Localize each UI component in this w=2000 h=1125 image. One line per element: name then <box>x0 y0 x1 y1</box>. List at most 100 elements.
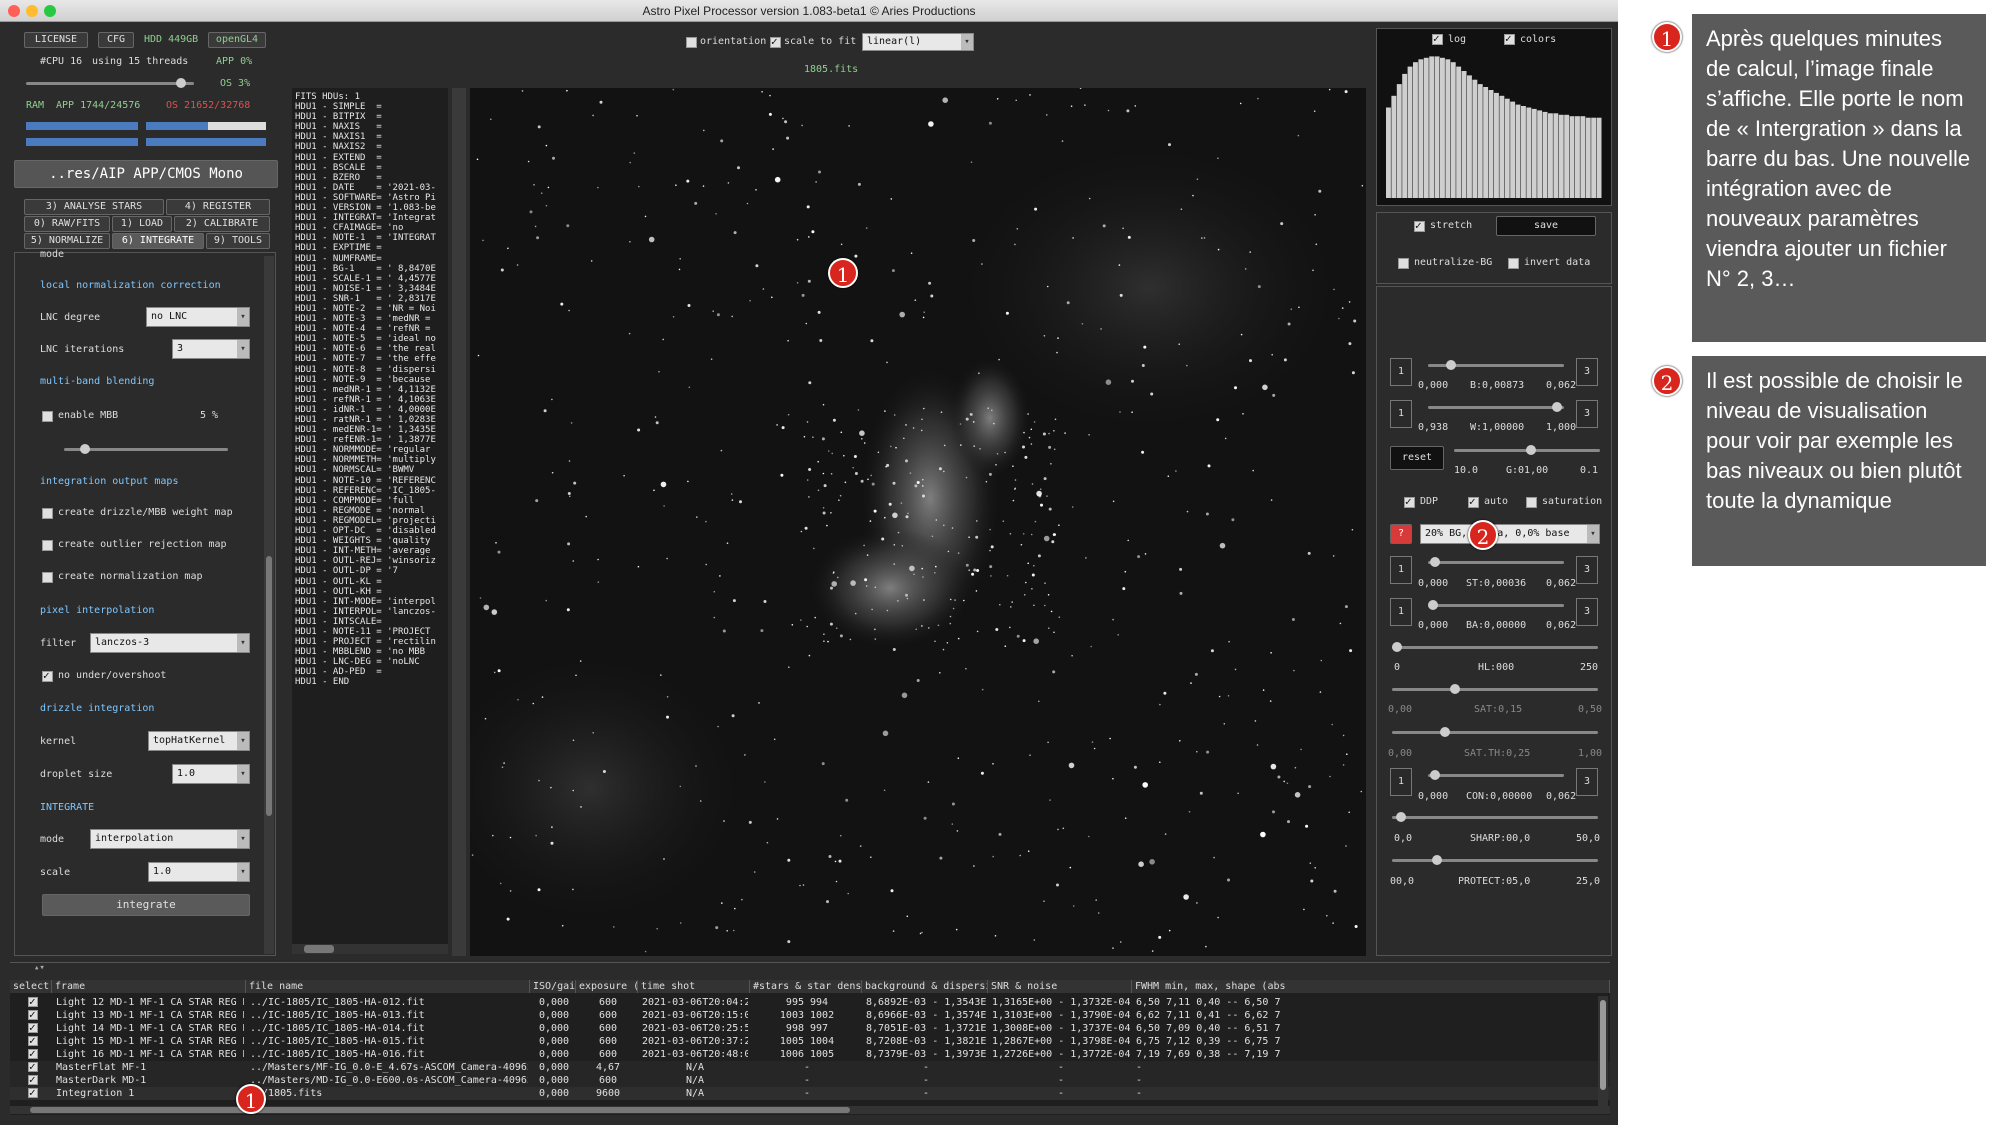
table-header-cell[interactable]: FWHM min, max, shape (abs <box>1132 980 1610 993</box>
colors-checkbox[interactable] <box>1504 32 1515 45</box>
w-increase-button[interactable]: 3 <box>1576 400 1598 428</box>
saturation-checkbox[interactable] <box>1526 497 1537 508</box>
table-vscrollbar[interactable] <box>1598 996 1608 1106</box>
ddp-checkbox[interactable] <box>1404 495 1415 508</box>
fits-header-hscrollbar[interactable] <box>292 944 448 954</box>
ba-slider[interactable] <box>1428 600 1564 610</box>
license-button[interactable]: LICENSE <box>24 32 88 48</box>
integrate-panel-scrollbar[interactable] <box>264 256 274 954</box>
ba-decrease-button[interactable]: 1 <box>1390 598 1412 626</box>
table-row[interactable]: Light 13 MD-1 MF-1 CA STAR REG NORM ../IC… <box>10 1008 1610 1022</box>
drizzle-weight-map-checkbox[interactable] <box>42 508 53 519</box>
lnc-iterations-select[interactable]: 3 <box>172 339 250 359</box>
table-header-cell[interactable]: #stars & star density <box>750 980 862 993</box>
row-select-checkbox[interactable] <box>28 1086 38 1099</box>
outlier-rejection-map-checkbox[interactable] <box>42 540 53 551</box>
kernel-select[interactable]: topHatKernel <box>148 731 250 751</box>
scale-to-fit-checkbox[interactable] <box>770 35 781 48</box>
tab-raw-fits[interactable]: 0) RAW/FITS <box>24 216 110 232</box>
mode-select[interactable]: interpolation <box>90 829 250 849</box>
tab-analyse-stars[interactable]: 3) ANALYSE STARS <box>24 199 164 215</box>
table-header-cell[interactable]: time shot <box>638 980 750 993</box>
table-row[interactable]: MasterFlat MF-1 ../Masters/MF-IG_0.0-E_4.… <box>10 1060 1610 1074</box>
thread-slider[interactable] <box>26 78 194 88</box>
sat-slider[interactable] <box>1392 684 1598 694</box>
tab-tools[interactable]: 9) TOOLS <box>206 233 270 249</box>
st-slider[interactable] <box>1428 557 1564 567</box>
tab-register[interactable]: 4) REGISTER <box>166 199 270 215</box>
lnc-degree-select[interactable]: no LNC <box>146 307 250 327</box>
table-row[interactable]: Light 16 MD-1 MF-1 CA STAR REG NORM ../IC… <box>10 1047 1610 1061</box>
st-decrease-button[interactable]: 1 <box>1390 556 1412 584</box>
scale-select[interactable]: 1.0 <box>148 862 250 882</box>
table-header-cell[interactable]: frame <box>52 980 246 993</box>
table-cell-frame: Light 15 MD-1 MF-1 CA STAR REG NORM <box>56 1036 244 1047</box>
row-select-checkbox[interactable] <box>28 1073 38 1086</box>
sharp-slider[interactable] <box>1392 812 1598 822</box>
protect-slider[interactable] <box>1392 855 1598 865</box>
splitter-handle[interactable] <box>452 88 466 956</box>
integrated-image-viewer[interactable] <box>470 88 1366 956</box>
help-button[interactable]: ? <box>1390 524 1412 544</box>
table-collapse-handle[interactable]: ▴▾ <box>10 962 1610 976</box>
close-window-icon[interactable] <box>8 5 20 17</box>
log-checkbox[interactable] <box>1432 32 1443 45</box>
con-increase-button[interactable]: 3 <box>1576 768 1598 796</box>
st-increase-button[interactable]: 3 <box>1576 556 1598 584</box>
row-select-checkbox[interactable] <box>28 1034 38 1047</box>
table-row[interactable]: Light 14 MD-1 MF-1 CA STAR REG NORM ../IC… <box>10 1021 1610 1035</box>
auto-checkbox[interactable] <box>1468 495 1479 508</box>
fits-header-line: HDU1 - REGMODEL= 'projecti <box>295 515 436 526</box>
table-row[interactable]: Light 12 MD-1 MF-1 CA STAR REG NORM ../IC… <box>10 995 1610 1009</box>
table-header-cell[interactable]: SNR & noise <box>988 980 1132 993</box>
b-decrease-button[interactable]: 1 <box>1390 358 1412 386</box>
con-slider[interactable] <box>1428 770 1564 780</box>
hl-slider[interactable] <box>1392 642 1598 652</box>
invert-data-checkbox[interactable] <box>1508 258 1519 269</box>
table-header-cell[interactable]: file name <box>246 980 530 993</box>
integrate-button[interactable]: integrate <box>42 894 250 916</box>
normalization-map-label: create normalization map <box>58 571 203 582</box>
b-slider[interactable] <box>1428 360 1564 370</box>
table-header-cell[interactable]: background & dispersion <box>862 980 988 993</box>
minimize-window-icon[interactable] <box>26 5 38 17</box>
histogram-bar <box>1521 106 1526 198</box>
tab-normalize[interactable]: 5) NORMALIZE <box>24 233 110 249</box>
con-decrease-button[interactable]: 1 <box>1390 768 1412 796</box>
stretch-checkbox[interactable] <box>1414 219 1425 232</box>
stretch-mode-select[interactable]: linear(l) <box>862 33 974 51</box>
filter-select[interactable]: lanczos-3 <box>90 633 250 653</box>
tab-load[interactable]: 1) LOAD <box>112 216 172 232</box>
neutralize-bg-checkbox[interactable] <box>1398 258 1409 269</box>
zoom-window-icon[interactable] <box>44 5 56 17</box>
row-select-checkbox[interactable] <box>28 1021 38 1034</box>
sat-threshold-slider[interactable] <box>1392 727 1598 737</box>
save-button[interactable]: save <box>1496 216 1596 236</box>
working-directory-button[interactable]: ..res/AIP APP/CMOS Mono <box>14 160 278 188</box>
normalization-map-checkbox[interactable] <box>42 572 53 583</box>
row-select-checkbox[interactable] <box>28 1047 38 1060</box>
w-decrease-button[interactable]: 1 <box>1390 400 1412 428</box>
row-select-checkbox[interactable] <box>28 1060 38 1073</box>
table-header-cell[interactable]: select <box>10 980 52 993</box>
w-slider[interactable] <box>1428 402 1564 412</box>
b-increase-button[interactable]: 3 <box>1576 358 1598 386</box>
ba-increase-button[interactable]: 3 <box>1576 598 1598 626</box>
no-overshoot-checkbox[interactable] <box>42 669 53 682</box>
row-select-checkbox[interactable] <box>28 1008 38 1021</box>
reset-button[interactable]: reset <box>1390 446 1444 470</box>
opengl-button[interactable]: openGL4 <box>208 32 266 48</box>
tab-calibrate[interactable]: 2) CALIBRATE <box>174 216 270 232</box>
mbb-slider[interactable] <box>64 444 228 454</box>
enable-mbb-checkbox[interactable] <box>42 411 53 422</box>
table-header-cell[interactable]: exposure (s) <box>576 980 638 993</box>
table-row[interactable]: Light 15 MD-1 MF-1 CA STAR REG NORM ../IC… <box>10 1034 1610 1048</box>
droplet-size-select[interactable]: 1.0 <box>172 764 250 784</box>
orientation-checkbox[interactable] <box>686 37 697 48</box>
g-slider[interactable] <box>1454 445 1600 455</box>
cfg-button[interactable]: CFG <box>98 32 134 48</box>
table-header-cell[interactable]: ISO/gain <box>530 980 576 993</box>
tab-integrate[interactable]: 6) INTEGRATE <box>112 233 204 249</box>
row-select-checkbox[interactable] <box>28 995 38 1008</box>
ddp-preset-select[interactable]: 20% BG, ...ma, 0,0% base <box>1420 524 1600 544</box>
